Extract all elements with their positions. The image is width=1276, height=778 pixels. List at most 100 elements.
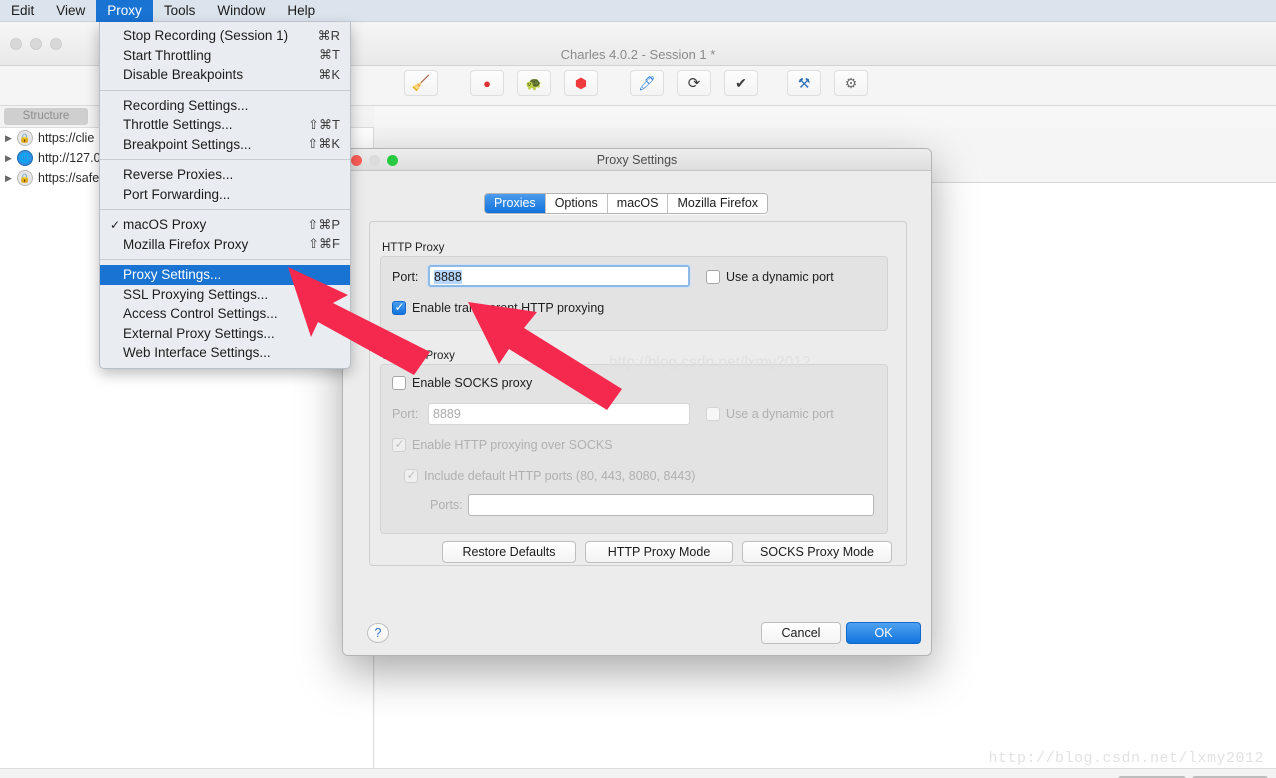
include-default-http-ports-checkbox [404,468,418,483]
menu-item-label: Stop Recording (Session 1) [123,28,289,44]
menu-item-ssl-proxying-settings[interactable]: SSL Proxying Settings... [100,285,350,305]
socks-port-value: 8889 [433,407,461,421]
socks-ports-input[interactable] [468,494,874,516]
include-default-http-ports-label: Include default HTTP ports (80, 443, 808… [424,469,696,483]
tab-options[interactable]: Options [545,194,608,213]
ok-button[interactable]: OK [846,622,921,644]
proxy-settings-dialog: Proxy Settings Proxies Options macOS Moz… [342,148,932,656]
menu-item-label: External Proxy Settings... [123,325,275,341]
menubar-item-proxy[interactable]: Proxy [96,0,153,22]
repeat-refresh-icon[interactable]: ⟳ [677,70,711,96]
menu-item-label: SSL Proxying Settings... [123,286,269,302]
throttle-turtle-icon[interactable]: 🐢 [517,70,551,96]
menu-item-label: Throttle Settings... [123,117,233,133]
dialog-title: Proxy Settings [343,149,931,171]
record-glyph: ● [483,75,491,91]
menu-item-disable-breakpoints[interactable]: Disable Breakpoints ⌘K [100,65,350,85]
menu-item-proxy-settings[interactable]: Proxy Settings... [100,265,350,285]
menu-item-label: Mozilla Firefox Proxy [123,236,249,252]
tab-proxies[interactable]: Proxies [485,194,546,213]
menu-separator [100,259,350,260]
menubar-item-view[interactable]: View [45,0,96,22]
settings-gear-icon[interactable]: ⚙ [834,70,868,96]
clear-broom-icon[interactable]: 🧹 [404,70,438,96]
broom-glyph: 🧹 [411,74,431,92]
menu-item-throttle-settings[interactable]: Throttle Settings... ⇧⌘T [100,115,350,135]
tools-glyph: ⚒ [797,75,811,91]
enable-socks-proxy-checkbox[interactable] [392,376,406,390]
menubar-item-help[interactable]: Help [276,0,326,22]
lock-icon: 🔒 [17,130,33,146]
globe-icon: 🌐 [17,150,33,166]
menu-item-shortcut: ⌘R [317,27,340,43]
menu-item-label: Port Forwarding... [123,186,231,202]
tools-icon[interactable]: ⚒ [787,70,821,96]
menubar-item-window[interactable]: Window [206,0,276,22]
tab-mozilla-firefox[interactable]: Mozilla Firefox [668,194,768,213]
dialog-body: Proxies Options macOS Mozilla Firefox HT… [343,171,931,655]
http-proxy-group-label: HTTP Proxy [382,242,445,254]
menu-bar: Edit View Proxy Tools Window Help [0,0,1276,22]
menu-item-access-control-settings[interactable]: Access Control Settings... [100,304,350,324]
menu-item-port-forwarding[interactable]: Port Forwarding... [100,185,350,205]
socks-dynamic-port-label: Use a dynamic port [726,407,834,421]
restore-defaults-button[interactable]: Restore Defaults [442,541,576,563]
tab-macos[interactable]: macOS [607,194,669,213]
menu-item-macos-proxy[interactable]: ✓ macOS Proxy ⇧⌘P [100,215,350,235]
validate-check-icon[interactable]: ✔ [724,70,758,96]
help-button[interactable]: ? [367,623,389,643]
socks-dynamic-port-checkbox [706,407,720,421]
stop-breakpoint-icon[interactable]: ⬢ [564,70,598,96]
menu-item-label: Reverse Proxies... [123,167,234,183]
menu-separator [100,209,350,210]
disclosure-triangle-icon[interactable]: ▶ [5,133,17,144]
menu-item-label: Recording Settings... [123,97,249,113]
cancel-button[interactable]: Cancel [761,622,841,644]
dialog-zoom-button[interactable] [387,155,398,166]
menu-item-reverse-proxies[interactable]: Reverse Proxies... [100,165,350,185]
http-dynamic-port-checkbox[interactable] [706,270,720,284]
menu-item-shortcut: ⇧⌘K [307,136,340,152]
list-item-label: https://clie [38,131,95,145]
menu-item-label: macOS Proxy [123,217,207,233]
socks-proxy-mode-button[interactable]: SOCKS Proxy Mode [742,541,892,563]
menubar-item-edit[interactable]: Edit [0,0,45,22]
enable-http-proxying-over-socks-label: Enable HTTP proxying over SOCKS [412,438,613,452]
dialog-close-button[interactable] [351,155,362,166]
menu-item-label: Proxy Settings... [123,267,222,283]
disclosure-triangle-icon[interactable]: ▶ [5,153,17,164]
menu-separator [100,159,350,160]
menu-item-label: Web Interface Settings... [123,345,271,361]
menu-item-start-throttling[interactable]: Start Throttling ⌘T [100,46,350,66]
menu-item-external-proxy-settings[interactable]: External Proxy Settings... [100,324,350,344]
disclosure-triangle-icon[interactable]: ▶ [5,173,17,184]
pen-glyph: 🖊 [638,75,656,91]
enable-socks-proxy-label: Enable SOCKS proxy [412,376,533,390]
watermark-bottom: http://blog.csdn.net/lxmy2012 [988,750,1264,767]
list-item-label: http://127.0 [38,151,101,165]
enable-transparent-http-proxying-checkbox[interactable] [392,300,406,315]
socks-ports-label: Ports: [430,498,463,512]
proxies-panel: HTTP Proxy Port: 8888 Use a dynamic port… [369,221,907,566]
http-port-input[interactable]: 8888 [428,265,690,287]
menubar-item-tools[interactable]: Tools [153,0,207,22]
menu-item-stop-recording[interactable]: Stop Recording (Session 1) ⌘R [100,26,350,46]
menu-item-web-interface-settings[interactable]: Web Interface Settings... [100,343,350,363]
menu-item-recording-settings[interactable]: Recording Settings... [100,96,350,116]
record-icon[interactable]: ● [470,70,504,96]
structure-tab[interactable]: Structure [4,108,88,125]
socks-port-input[interactable]: 8889 [428,403,690,425]
menu-item-breakpoint-settings[interactable]: Breakpoint Settings... ⇧⌘K [100,135,350,155]
menu-item-shortcut: ⌘K [318,66,340,82]
menu-item-label: Breakpoint Settings... [123,136,252,152]
menu-separator [100,89,350,91]
socks-port-label: Port: [392,407,419,421]
compose-pen-icon[interactable]: 🖊 [630,70,664,96]
http-dynamic-port-label: Use a dynamic port [726,270,834,284]
refresh-glyph: ⟳ [687,74,701,92]
dialog-traffic-lights [351,155,398,166]
menu-item-mozilla-firefox-proxy[interactable]: Mozilla Firefox Proxy ⇧⌘F [100,235,350,255]
check-glyph: ✔ [735,75,747,91]
http-proxy-mode-button[interactable]: HTTP Proxy Mode [585,541,733,563]
dialog-tab-bar: Proxies Options macOS Mozilla Firefox [484,193,769,214]
